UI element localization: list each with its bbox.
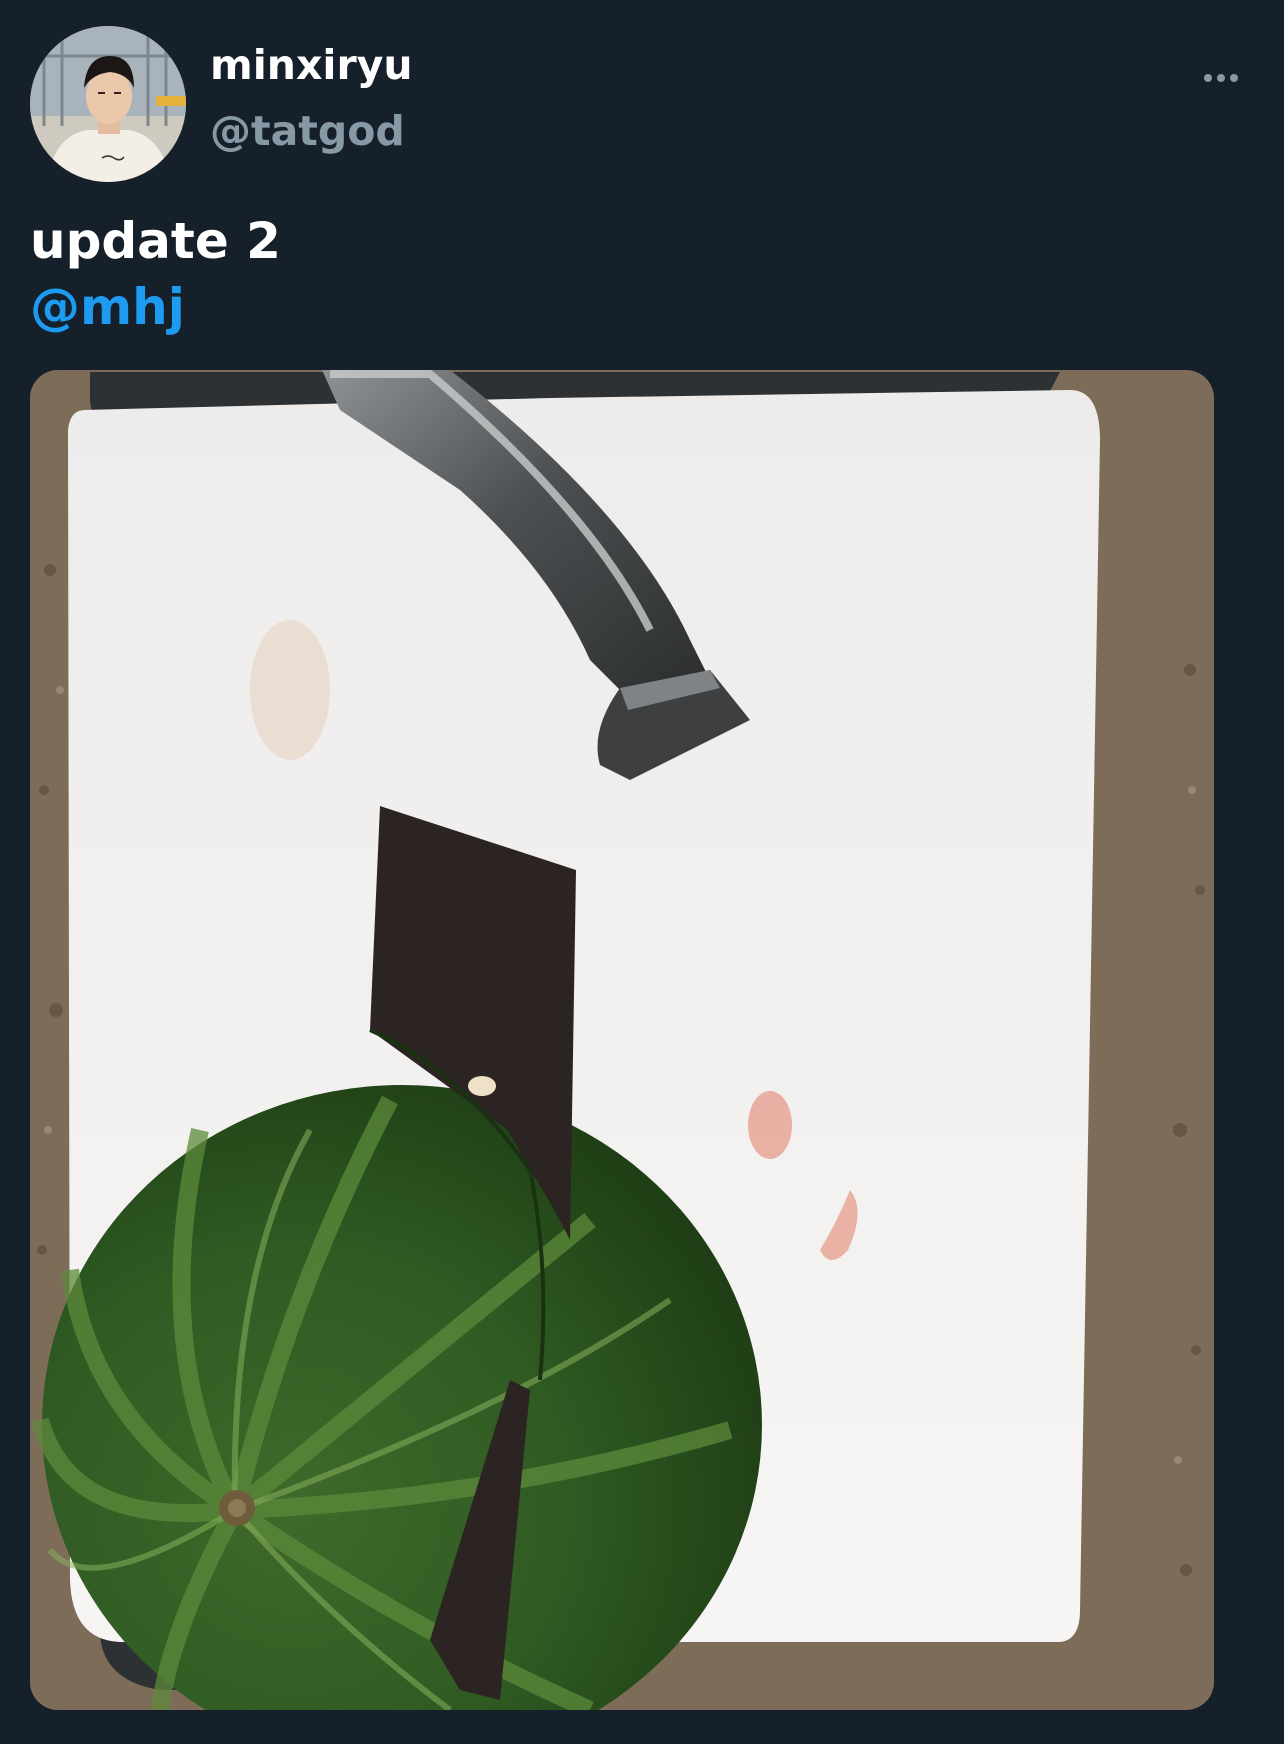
tweet-photo[interactable] (30, 370, 1214, 1710)
more-options-button[interactable] (1196, 58, 1246, 98)
user-handle[interactable]: @tatgod (210, 106, 405, 156)
display-name[interactable]: minxiryu (210, 40, 413, 90)
tweet-text: update 2 @mhj (30, 208, 281, 340)
mention-link[interactable]: @mhj (30, 274, 281, 340)
photo-watermelon-knife (30, 370, 1214, 1710)
more-horizontal-icon (1204, 74, 1238, 82)
user-avatar[interactable] (30, 26, 186, 182)
tweet-text-line: update 2 (30, 212, 281, 270)
tweet: minxiryu @tatgod update 2 @mhj (0, 0, 1284, 1744)
avatar-image (30, 26, 186, 182)
